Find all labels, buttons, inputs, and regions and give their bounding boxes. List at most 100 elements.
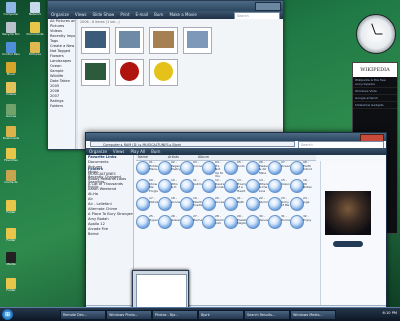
desktop-icon[interactable]: Recycle Bin — [2, 22, 20, 37]
desktop-icon[interactable]: Computer — [2, 2, 20, 17]
photo-thumbnail[interactable] — [81, 27, 110, 54]
taskbar-button[interactable]: Search Results... — [244, 310, 290, 320]
explorer-nav-pane[interactable]: Favorite Links Documents Pictures Music Rec… — [86, 155, 134, 305]
toolbar-item[interactable]: Burn — [154, 12, 163, 17]
desktop-icon[interactable]: Network — [26, 2, 44, 17]
music-file[interactable]: 20 - Ancestors — [202, 197, 224, 213]
music-file[interactable]: 17 - Midvikudags — [136, 197, 158, 213]
music-file[interactable]: 02 - Pagan Poetry — [158, 161, 180, 177]
nav-item[interactable]: Folders — [50, 104, 75, 109]
folder-icon — [6, 148, 16, 159]
folder-item[interactable]: Beirut — [88, 232, 133, 237]
explorer-window[interactable]: Computer ▸ RAM (D:) ▸ MUSICALTUNES ▸ Bjo… — [85, 132, 387, 319]
taskbar-button[interactable]: Photos - Bja... — [152, 310, 198, 320]
desktop-icon[interactable]: Media — [2, 252, 20, 267]
music-file[interactable]: 24 - Joga — [290, 197, 312, 213]
desktop-icon-label: Music — [6, 73, 16, 76]
toolbar-item[interactable]: Organize — [51, 12, 69, 17]
music-file[interactable]: 19 - Mouths Cradle — [180, 197, 202, 213]
taskbar-button[interactable]: Windows Media... — [290, 310, 336, 320]
photo-thumbnail[interactable] — [81, 59, 110, 86]
music-file[interactable]: 05 - Undo — [224, 161, 246, 177]
taskbar-button[interactable]: Remote Des... — [60, 310, 106, 320]
start-button[interactable]: ⊞ — [2, 309, 13, 320]
music-file[interactable]: 09 - Show Me Forgiveness — [136, 179, 158, 195]
photo-thumbnail[interactable] — [149, 27, 178, 54]
title-bar[interactable] — [48, 1, 283, 11]
music-file[interactable]: 04 - It's Not Up To You — [202, 161, 224, 178]
wiki-article[interactable]: Wikipedia is the free encyclopedia — [353, 77, 397, 88]
wiki-article[interactable]: Windows Vista — [353, 88, 397, 95]
address-bar[interactable]: Computer ▸ RAM (D:) ▸ MUSICALTUNES ▸ Bjo… — [90, 141, 295, 147]
toolbar-item[interactable]: Organize — [89, 149, 107, 154]
music-file[interactable]: 08 - Earth Intruders — [290, 161, 312, 177]
column-header[interactable]: Name — [138, 155, 148, 159]
photo-thumbnail[interactable] — [115, 59, 144, 86]
toolbar-item[interactable]: Views — [113, 149, 125, 154]
desktop-icon[interactable]: Documents — [26, 22, 44, 37]
desktop-icon[interactable]: Videos — [2, 82, 20, 97]
music-file[interactable]: 14 - Where Is the Line — [246, 179, 268, 195]
preview-play-controls[interactable] — [333, 241, 363, 247]
music-file[interactable]: 30 - Venus — [246, 215, 268, 231]
desktop-icon[interactable]: Folder — [2, 278, 20, 293]
toolbar-item[interactable]: Make a Movie — [169, 12, 196, 17]
music-file[interactable]: 28 - Alarm Call — [202, 215, 224, 231]
music-file[interactable]: 12 - Desired Constellation — [202, 179, 224, 195]
desktop-icon[interactable]: Contacts — [2, 170, 20, 185]
toolbar-item[interactable]: Views — [75, 12, 87, 17]
desktop-icon[interactable]: Folder — [2, 200, 20, 215]
gallery-nav-pane[interactable]: All Pictures and VideosPicturesVideosRec… — [48, 19, 76, 149]
desktop-icon[interactable]: Music — [2, 62, 20, 77]
wiki-article[interactable]: Slideshow Gadgets — [353, 102, 397, 109]
desktop-icon[interactable]: Folder — [2, 228, 20, 243]
toolbar-item[interactable]: E-mail — [136, 12, 149, 17]
music-file[interactable]: 21 - Bath — [224, 197, 246, 213]
music-file[interactable]: 32 - Enjoy — [290, 215, 312, 231]
music-file[interactable]: 18 - Sonnets — [158, 197, 180, 213]
music-file[interactable]: 27 - Bachelorette — [180, 215, 202, 231]
music-file[interactable]: 10 - Who Is It — [158, 179, 180, 195]
music-file[interactable]: 06 - Pleasure Is All Mine — [246, 161, 268, 177]
audio-file-icon — [268, 215, 282, 229]
music-file[interactable]: 13 - Triumph of a Heart — [224, 179, 246, 195]
music-file[interactable]: 11 - Submarine — [180, 179, 202, 195]
taskbar-button[interactable]: Bjork — [198, 310, 244, 320]
photo-thumbnail[interactable] — [183, 27, 212, 54]
desktop-icon[interactable]: Control Panel — [2, 42, 20, 57]
toolbar-item[interactable]: Burn — [151, 149, 160, 154]
taskbar-button[interactable]: Windows Photo... — [106, 310, 152, 320]
music-file[interactable]: 26 - Isobel — [158, 215, 180, 231]
taskbar-preview[interactable] — [132, 270, 189, 312]
desktop-icon[interactable]: Pictures — [26, 42, 44, 57]
file-name: 24 - Joga — [303, 197, 310, 204]
music-file[interactable]: 29 - Possibly Maybe — [224, 215, 246, 231]
desktop-icon[interactable]: Downloads — [2, 126, 20, 141]
title-bar[interactable] — [86, 133, 386, 142]
column-header[interactable]: Album — [198, 155, 209, 159]
music-file[interactable]: 15 - Vokuro — [268, 179, 290, 195]
folder-icon — [6, 278, 16, 289]
music-file[interactable]: 23 - Army of Me — [268, 197, 290, 213]
music-file[interactable]: 16 - Oll Birtan — [290, 179, 312, 195]
music-file[interactable]: 22 - Storm — [246, 197, 268, 213]
toolbar-item[interactable]: Slide Show — [93, 12, 115, 17]
clock-gadget[interactable] — [356, 14, 396, 54]
wiki-article[interactable]: Google artwork — [353, 95, 397, 102]
music-file[interactable]: 07 - Oceania — [268, 161, 290, 177]
music-file[interactable]: 03 - Cocoon — [180, 161, 202, 177]
music-file[interactable]: 25 - Hyperballad — [136, 215, 158, 231]
desktop-icon[interactable]: Favorites — [2, 148, 20, 163]
window-controls[interactable] — [255, 2, 281, 11]
photo-gallery-window[interactable]: Organize Views Slide Show Print E-mail Burn Ma… — [47, 0, 284, 150]
desktop-icon[interactable]: Games — [2, 104, 20, 119]
music-file[interactable]: 31 - Human — [268, 215, 290, 231]
music-file[interactable]: 01 - Hidden Place.m4a — [136, 161, 158, 177]
photo-thumbnail[interactable] — [115, 27, 144, 54]
toolbar-item[interactable]: Play All — [131, 149, 146, 154]
toolbar-item[interactable]: Print — [120, 12, 129, 17]
folder-icon — [30, 42, 40, 53]
photo-thumbnail[interactable] — [149, 59, 178, 86]
column-header[interactable]: Artists — [168, 155, 179, 159]
gallery-content[interactable]: 2006 - 6 items (1 sel...) — [78, 19, 283, 149]
